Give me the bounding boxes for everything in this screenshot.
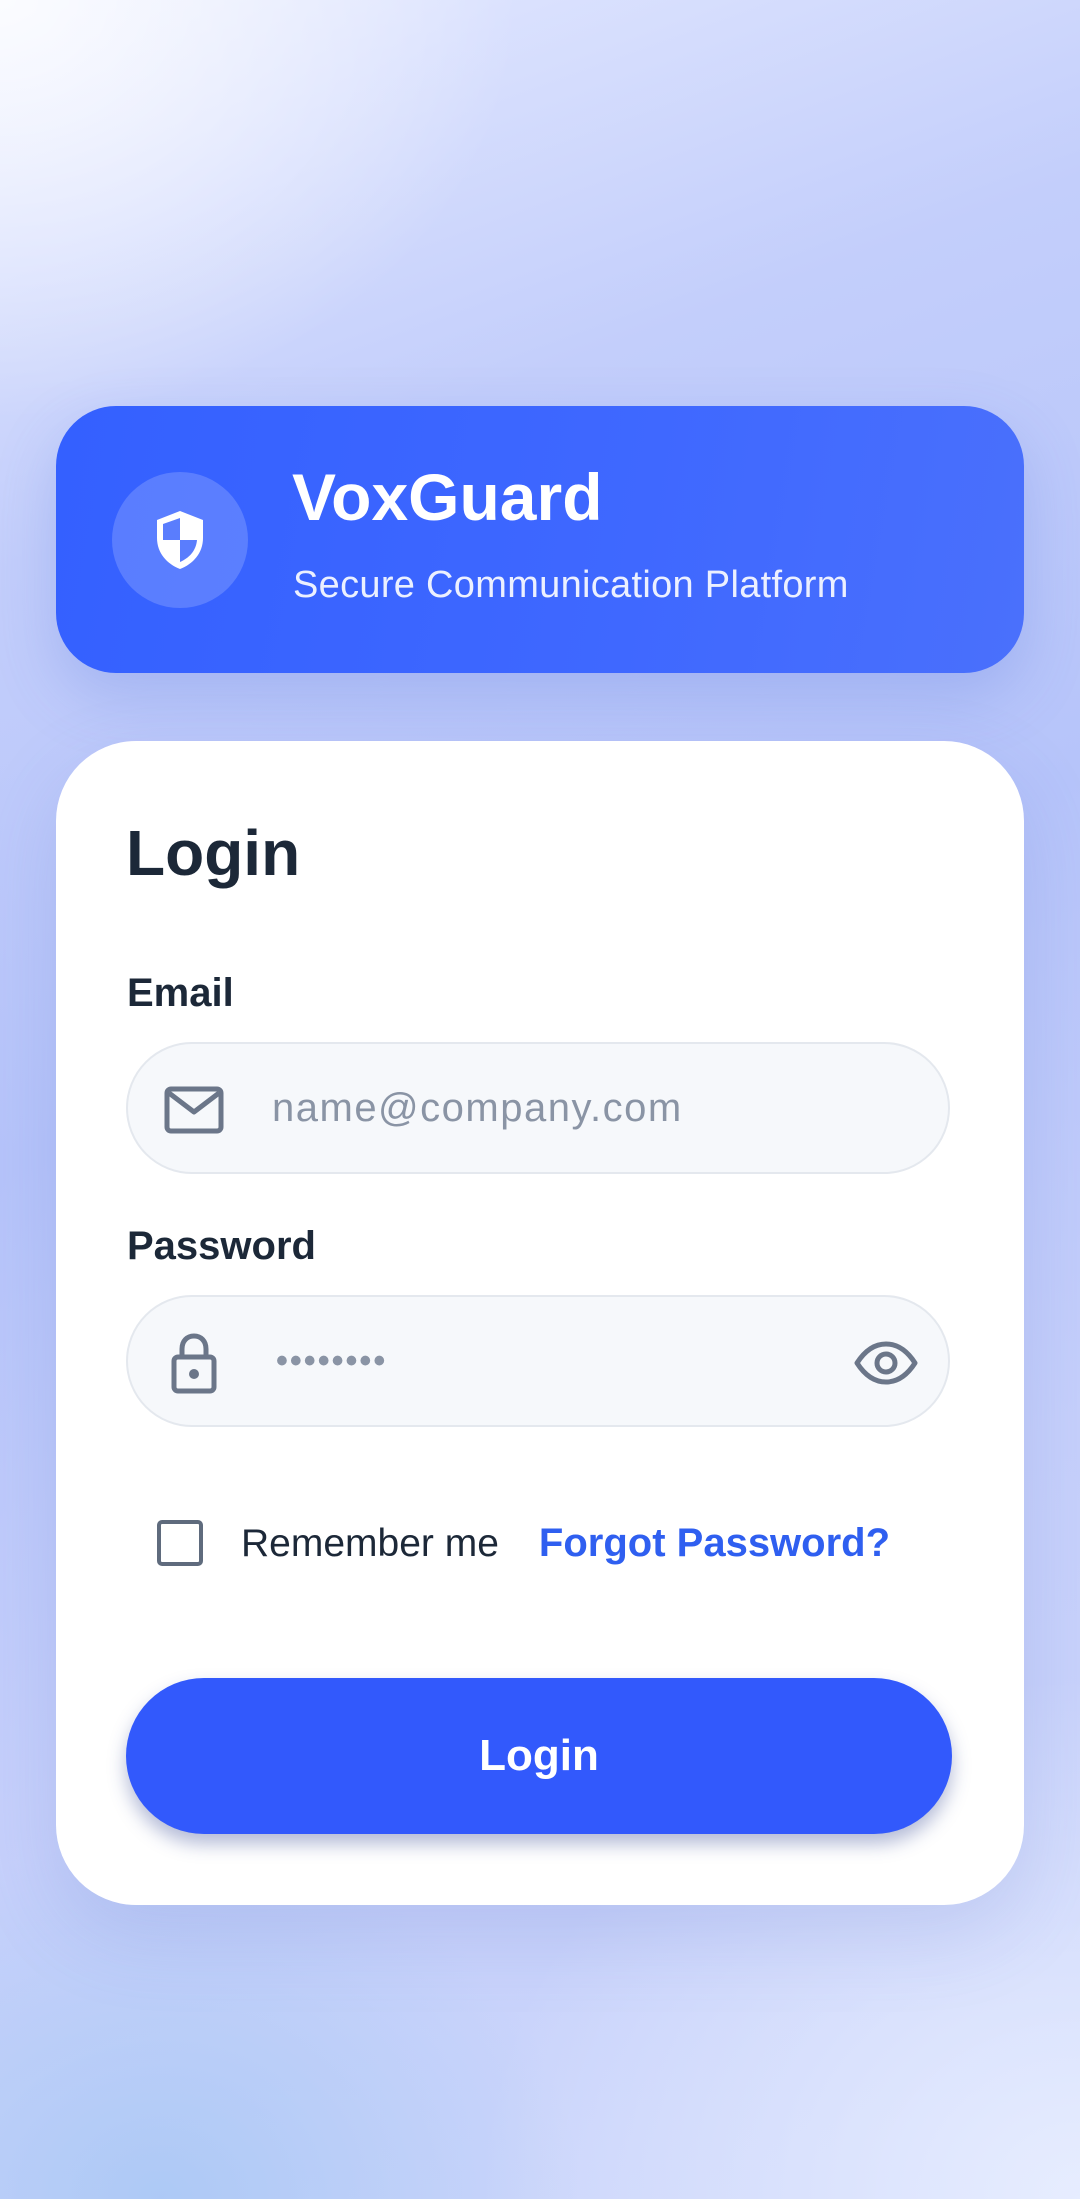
email-label: Email (127, 971, 234, 1015)
remember-me-label[interactable]: Remember me (241, 1524, 499, 1563)
remember-me-checkbox[interactable] (157, 1520, 203, 1566)
password-input[interactable]: •••••••• (276, 1297, 387, 1425)
email-input[interactable] (272, 1044, 832, 1172)
app-logo (112, 472, 248, 608)
forgot-password-link[interactable]: Forgot Password? (539, 1523, 890, 1563)
app-title: VoxGuard (292, 460, 603, 534)
password-field[interactable]: •••••••• (126, 1295, 950, 1427)
login-button[interactable]: Login (126, 1678, 952, 1834)
eye-icon[interactable] (854, 1331, 918, 1395)
remember-row: Remember me Forgot Password? (157, 1517, 890, 1569)
lock-icon (164, 1333, 224, 1394)
login-card: Login Email Password •••••••• (56, 741, 1024, 1905)
app-header-card: VoxGuard Secure Communication Platform (56, 406, 1024, 673)
mail-icon (164, 1080, 224, 1140)
shield-icon (157, 511, 203, 569)
email-field[interactable] (126, 1042, 950, 1174)
login-heading: Login (126, 817, 301, 889)
app-tagline: Secure Communication Platform (293, 564, 849, 606)
password-label: Password (127, 1224, 316, 1268)
